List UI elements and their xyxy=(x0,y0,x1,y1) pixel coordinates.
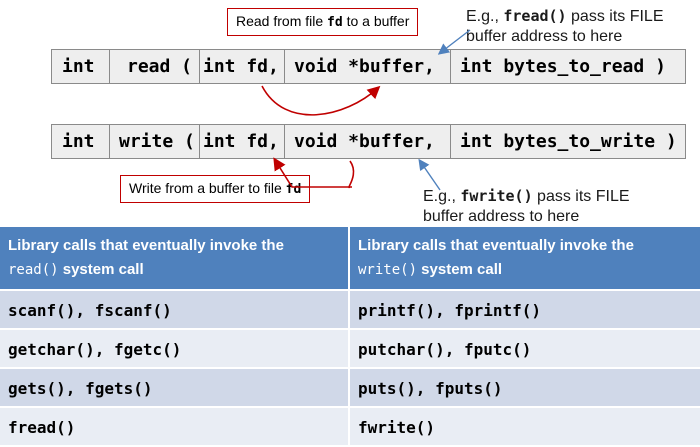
write-callout: Write from a buffer to file fd xyxy=(120,175,311,203)
table-cell-write: fwrite() xyxy=(350,406,700,445)
read-return-type: int xyxy=(52,50,110,83)
header-write-code: write() xyxy=(358,262,418,278)
table-cell-write: printf(), fprintf() xyxy=(350,289,700,328)
read-param-fd: int fd, xyxy=(200,50,285,83)
table-cell-read: gets(), fgets() xyxy=(0,367,350,406)
read-function-name: read ( xyxy=(110,50,200,83)
read-param-buffer: void *buffer, xyxy=(285,50,451,83)
table-row: gets(), fgets() puts(), fputs() xyxy=(0,367,700,406)
fread-note: E.g., fread() pass its FILE buffer addre… xyxy=(466,6,664,47)
write-function-name: write ( xyxy=(110,125,200,158)
fread-note-line2: buffer address to here xyxy=(466,28,623,45)
read-callout-suffix: to a buffer xyxy=(342,13,410,29)
fwrite-note-suffix: pass its FILE xyxy=(532,188,630,205)
fwrite-note-code: fwrite() xyxy=(460,187,533,205)
read-flow-arrow xyxy=(261,85,381,116)
read-callout: Read from file fd to a buffer xyxy=(227,8,419,36)
table-row: scanf(), fscanf() printf(), fprintf() xyxy=(0,289,700,328)
fwrite-note-line2: buffer address to here xyxy=(423,208,580,225)
write-callout-prefix: Write from a buffer to file xyxy=(129,180,286,196)
header-write-rest: system call xyxy=(417,261,503,278)
write-return-type: int xyxy=(52,125,110,158)
write-param-fd: int fd, xyxy=(200,125,285,158)
write-signature: int write ( int fd, void *buffer, int by… xyxy=(51,124,686,159)
table-row: fread() fwrite() xyxy=(0,406,700,445)
header-read-rest: system call xyxy=(58,261,144,278)
read-callout-prefix: Read from file xyxy=(236,13,328,29)
table-cell-read: scanf(), fscanf() xyxy=(0,289,350,328)
header-write-line1: Library calls that eventually invoke the xyxy=(358,237,634,254)
fread-note-suffix: pass its FILE xyxy=(566,8,664,25)
fwrite-note-prefix: E.g., xyxy=(423,188,461,205)
read-signature: int read ( int fd, void *buffer, int byt… xyxy=(51,49,686,84)
fwrite-note: E.g., fwrite() pass its FILE buffer addr… xyxy=(423,186,630,227)
write-callout-code: fd xyxy=(285,182,302,197)
table-cell-read: fread() xyxy=(0,406,350,445)
write-param-count: int bytes_to_write ) xyxy=(460,131,677,152)
header-write: Library calls that eventually invoke the… xyxy=(350,227,700,289)
table-cell-write: putchar(), fputc() xyxy=(350,328,700,367)
fread-note-prefix: E.g., xyxy=(466,8,504,25)
header-read-line1: Library calls that eventually invoke the xyxy=(8,237,284,254)
header-read-code: read() xyxy=(8,262,59,278)
read-callout-code: fd xyxy=(327,15,343,30)
library-calls-table: Library calls that eventually invoke the… xyxy=(0,227,700,445)
fread-note-code: fread() xyxy=(503,7,567,25)
read-param-count: int bytes_to_read ) xyxy=(460,56,666,77)
write-param-buffer: void *buffer, xyxy=(285,125,451,158)
table-row: getchar(), fgetc() putchar(), fputc() xyxy=(0,328,700,367)
table-cell-read: getchar(), fgetc() xyxy=(0,328,350,367)
table-header-row: Library calls that eventually invoke the… xyxy=(0,227,700,289)
header-read: Library calls that eventually invoke the… xyxy=(0,227,350,289)
table-cell-write: puts(), fputs() xyxy=(350,367,700,406)
